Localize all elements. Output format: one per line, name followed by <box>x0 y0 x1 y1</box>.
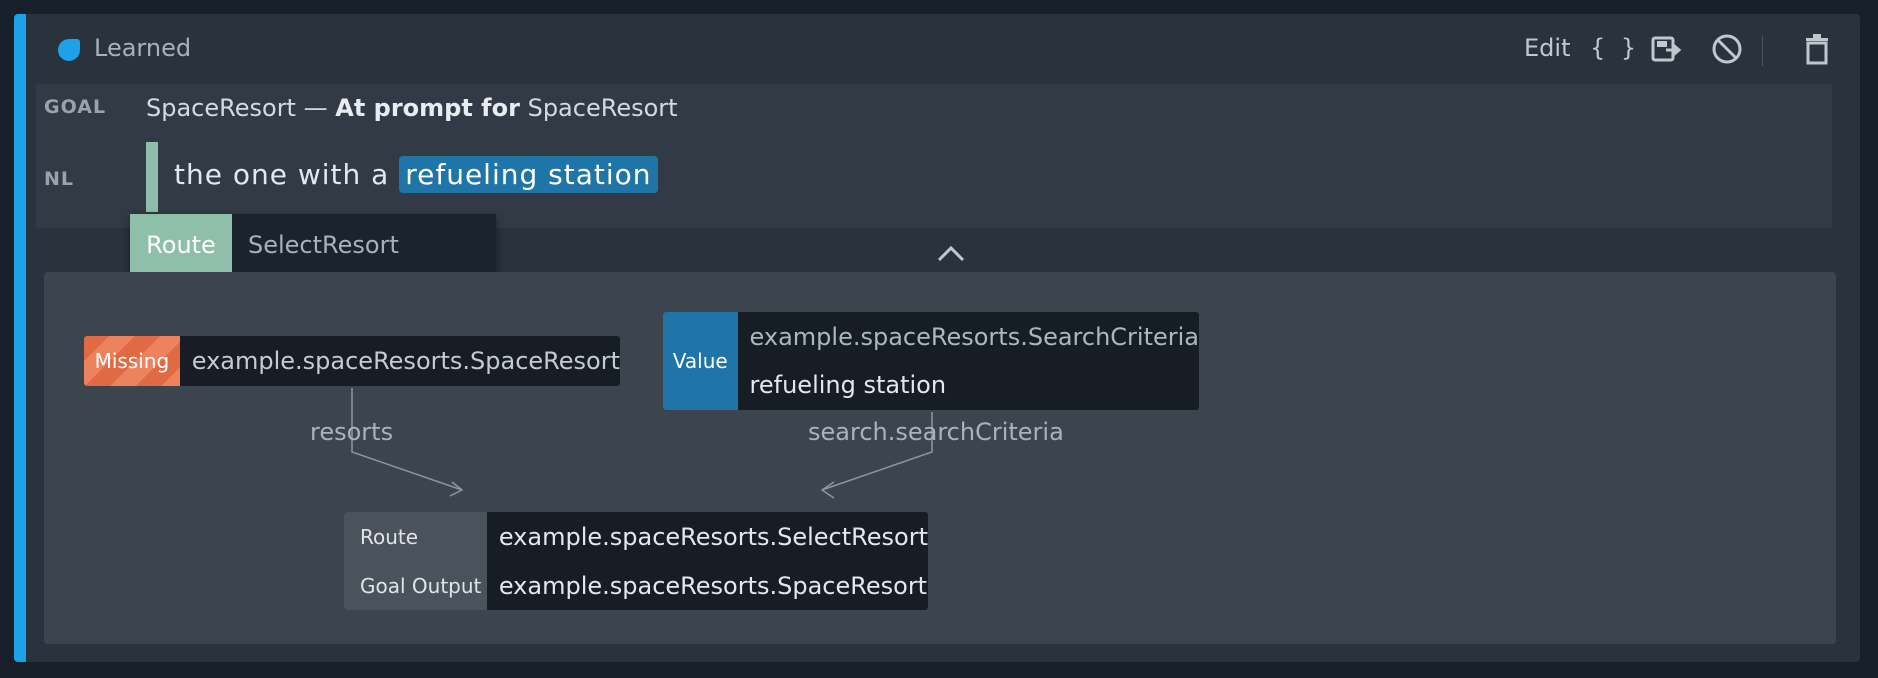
goal-graph: Missing example.spaceResorts.SpaceResort… <box>44 272 1836 644</box>
nl-route-marker <box>146 142 158 212</box>
goal-prompt-label: At prompt for <box>335 94 520 122</box>
goal-output-key: Goal Output <box>360 573 482 598</box>
export-icon[interactable] <box>1650 32 1684 66</box>
chevron-up-icon[interactable] <box>934 242 968 266</box>
value-badge: Value <box>663 312 738 410</box>
value-type: example.spaceResorts.SearchCriteria <box>749 323 1199 351</box>
value-text: refueling station <box>749 371 947 399</box>
nl-text-before: the one with a <box>174 158 400 191</box>
toolbar-separator <box>1762 36 1763 66</box>
missing-type: example.spaceResorts.SpaceResort <box>191 347 620 375</box>
missing-badge: Missing <box>84 336 180 386</box>
route-value: example.spaceResorts.SelectResort <box>498 522 928 551</box>
goal-label: GOAL <box>44 96 107 118</box>
trash-icon[interactable] <box>1800 32 1834 66</box>
route-values: example.spaceResorts.SelectResort exampl… <box>487 512 928 610</box>
goal-text: SpaceResort — At prompt for SpaceResort <box>146 94 678 122</box>
edit-button[interactable]: Edit <box>1524 34 1570 62</box>
status-label: Learned <box>94 34 192 62</box>
edge-label-resorts: resorts <box>310 418 394 446</box>
json-button[interactable]: { } <box>1590 34 1640 62</box>
goal-row: GOAL SpaceResort — At prompt for SpaceRe… <box>36 84 1832 134</box>
value-lines: example.spaceResorts.SearchCriteria refu… <box>738 312 1199 410</box>
goal-prompt-target: SpaceResort <box>527 94 678 122</box>
route-tab[interactable]: Route SelectResort <box>130 214 496 276</box>
goal-separator: — <box>303 94 328 122</box>
route-tab-value: SelectResort <box>248 231 399 259</box>
route-key: Route <box>360 524 419 549</box>
learned-status-icon <box>58 39 80 61</box>
missing-node[interactable]: Missing example.spaceResorts.SpaceResort <box>84 336 620 386</box>
route-keys: Route Goal Output <box>344 512 487 610</box>
disable-icon[interactable] <box>1710 32 1744 66</box>
card-header: Learned Edit { } <box>26 14 1860 84</box>
value-node[interactable]: Value example.spaceResorts.SearchCriteri… <box>663 312 1199 410</box>
nl-highlight[interactable]: refueling station <box>399 156 658 193</box>
goal-output-value: example.spaceResorts.SpaceResort <box>498 571 928 600</box>
goal-name: SpaceResort <box>146 94 296 122</box>
nl-utterance[interactable]: the one with a refueling station <box>174 156 658 193</box>
route-tab-label: Route <box>130 214 232 276</box>
nl-label: NL <box>44 168 75 190</box>
learned-card: Learned Edit { } GOAL SpaceResort — At p… <box>14 14 1860 662</box>
route-node[interactable]: Route Goal Output example.spaceResorts.S… <box>344 512 928 610</box>
edge-label-search-criteria: search.searchCriteria <box>808 418 1064 446</box>
